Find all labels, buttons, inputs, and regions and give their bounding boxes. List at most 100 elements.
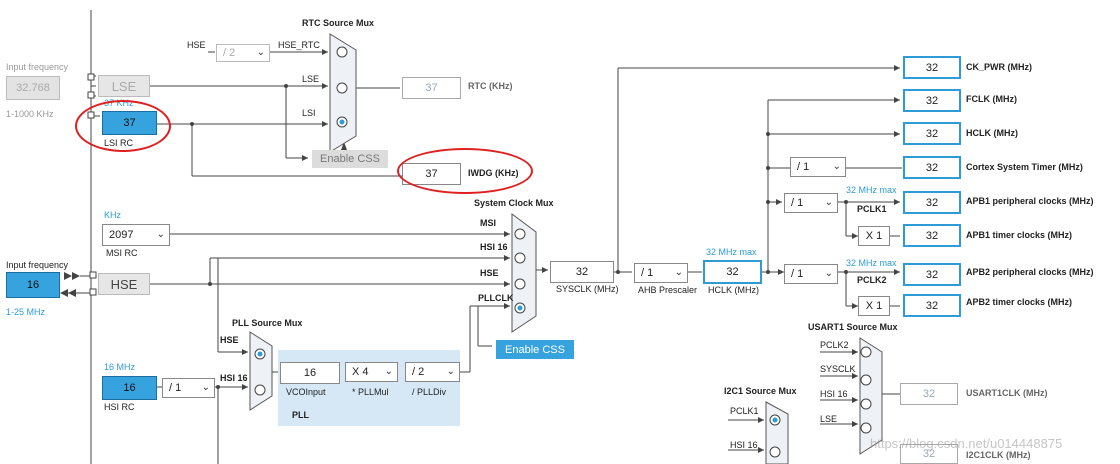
cortex-divider-value: / 1 [797,161,810,173]
sysclk-in-msi: MSI [480,218,497,228]
rtc-output-field[interactable]: 37 [402,77,461,99]
hsi-divider-value: / 1 [169,382,182,394]
pll-in-hsi: HSI 16 [220,373,248,383]
usart1-mux-title: USART1 Source Mux [808,322,898,332]
fclk-field[interactable]: 32 [903,89,961,112]
hclk-out-label: HCLK (MHz) [966,128,1018,138]
apb2-peripheral-field[interactable]: 32 [903,263,961,286]
apb1-prescaler-value: / 1 [791,197,804,209]
vco-input-field[interactable]: 16 [280,362,340,384]
hsi-divider-select[interactable]: / 1 ⌄ [162,378,215,398]
ahb-prescaler-select[interactable]: / 1 ⌄ [634,263,688,283]
ck-pwr-field[interactable]: 32 [903,56,961,79]
i2c1-in-hsi: HSI 16 [730,440,758,450]
hse-input-range: 1-25 MHz [6,307,46,317]
pll-mux-title: PLL Source Mux [232,318,303,328]
lse-input-frequency-field[interactable]: 32.768 [6,76,60,100]
pclk2-label: PCLK2 [857,275,887,285]
msi-range-value: 2097 [109,229,134,241]
hsi-rc-label: HSI RC [104,402,135,412]
ahb-prescaler-label: AHB Prescaler [638,285,698,295]
pll-in-hse: HSE [220,335,239,345]
pll-panel-label: PLL [292,410,309,420]
msi-range-select[interactable]: 2097 ⌄ [102,224,170,246]
pll-div-select[interactable]: / 2 ⌄ [405,362,460,382]
rtc-in-lsi: LSI [302,108,316,118]
pll-mul-value: X 4 [352,366,369,378]
apb1-max-label: 32 MHz max [846,185,897,195]
lse-input-frequency-label: Input frequency [6,62,69,72]
hclk-max-label: 32 MHz max [706,247,757,257]
chevron-down-icon: ⌄ [201,381,210,393]
hclk-field[interactable]: 32 [703,260,762,284]
chevron-down-icon: ⌄ [156,228,165,240]
pll-source-mux [249,331,273,411]
i2c1-clk-label: I2C1CLK (MHz) [966,450,1031,460]
pll-div-value: / 2 [412,366,425,378]
apb2-prescaler-value: / 1 [791,268,804,280]
apb1-timer-multiplier: X 1 [858,226,890,246]
sysclk-field[interactable]: 32 [550,261,614,283]
hsi-rc-block[interactable]: 16 [102,376,157,400]
rtc-hse-label: HSE [187,40,206,50]
apb1-timer-field[interactable]: 32 [903,224,961,247]
chevron-down-icon: ⌄ [824,196,833,208]
chevron-down-icon: ⌄ [446,365,455,377]
apb1-peripheral-label: APB1 peripheral clocks (MHz) [966,196,1094,206]
usart1-in-lse: LSE [820,414,838,424]
apb2-prescaler-select[interactable]: / 1 ⌄ [784,264,838,284]
usart1-in-hsi: HSI 16 [820,389,848,399]
sysclk-in-hse: HSE [480,268,499,278]
chevron-down-icon: ⌄ [384,365,393,377]
ck-pwr-label: CK_PWR (MHz) [966,62,1032,72]
system-clock-mux-title: System Clock Mux [474,198,554,208]
fclk-label: FCLK (MHz) [966,94,1017,104]
sysclk-label: SYSCLK (MHz) [556,284,619,294]
msi-rc-label: MSI RC [106,248,138,258]
usart1-clk-field[interactable]: 32 [900,383,958,405]
rtc-in-hse-rtc: HSE_RTC [278,40,320,50]
cortex-timer-label: Cortex System Timer (MHz) [966,162,1083,172]
msi-unit: KHz [104,210,122,220]
apb1-prescaler-select[interactable]: / 1 ⌄ [784,193,838,213]
apb2-timer-multiplier: X 1 [858,296,890,316]
apb2-timer-field[interactable]: 32 [903,294,961,317]
rtc-enable-css-button[interactable]: Enable CSS [312,150,388,168]
lse-block[interactable]: LSE [98,75,150,97]
cortex-timer-field[interactable]: 32 [903,156,961,179]
apb1-peripheral-field[interactable]: 32 [903,191,961,214]
hsi-frequency: 16 MHz [104,362,136,372]
hclk-field-label: HCLK (MHz) [708,285,759,295]
sysclk-in-pllclk: PLLCLK [478,293,514,303]
chevron-down-icon: ⌄ [832,160,841,172]
hse-input-frequency-label: Input frequency [6,260,69,270]
sysclk-in-hsi: HSI 16 [480,242,508,252]
apb2-timer-label: APB2 timer clocks (MHz) [966,297,1073,307]
usart1-in-sysclk: SYSCLK [820,364,856,374]
hse-block[interactable]: HSE [98,273,150,295]
lse-input-range: 1-1000 KHz [6,109,54,119]
usart1-in-pclk2: PCLK2 [820,340,849,350]
hclk-out-field[interactable]: 32 [903,122,961,145]
apb2-peripheral-label: APB2 peripheral clocks (MHz) [966,267,1094,277]
chevron-down-icon: ⌄ [674,266,683,278]
i2c1-mux-title: I2C1 Source Mux [724,386,797,396]
pll-mul-select[interactable]: X 4 ⌄ [345,362,398,382]
pclk1-label: PCLK1 [857,204,887,214]
apb1-timer-label: APB1 timer clocks (MHz) [966,230,1073,240]
apb2-max-label: 32 MHz max [846,258,897,268]
chevron-down-icon: ⌄ [256,46,265,58]
rtc-hse-divider-select[interactable]: / 2 ⌄ [216,44,270,62]
rtc-hse-divider-value: / 2 [223,47,236,59]
vco-input-label: VCOInput [286,387,326,397]
pll-mul-label: * PLLMul [352,387,389,397]
rtc-output-label: RTC (KHz) [468,81,513,91]
iwdg-highlight-ellipse [397,148,533,194]
i2c1-in-pclk1: PCLK1 [730,406,759,416]
watermark: https://blog.csdn.net/u014448875 [870,436,1063,451]
usart1-clk-label: USART1CLK (MHz) [966,388,1048,398]
hse-input-frequency-field[interactable]: 16 [6,272,60,298]
sysclk-enable-css-button[interactable]: Enable CSS [496,340,574,359]
cortex-divider-select[interactable]: / 1 ⌄ [790,157,846,177]
ahb-prescaler-value: / 1 [641,267,654,279]
